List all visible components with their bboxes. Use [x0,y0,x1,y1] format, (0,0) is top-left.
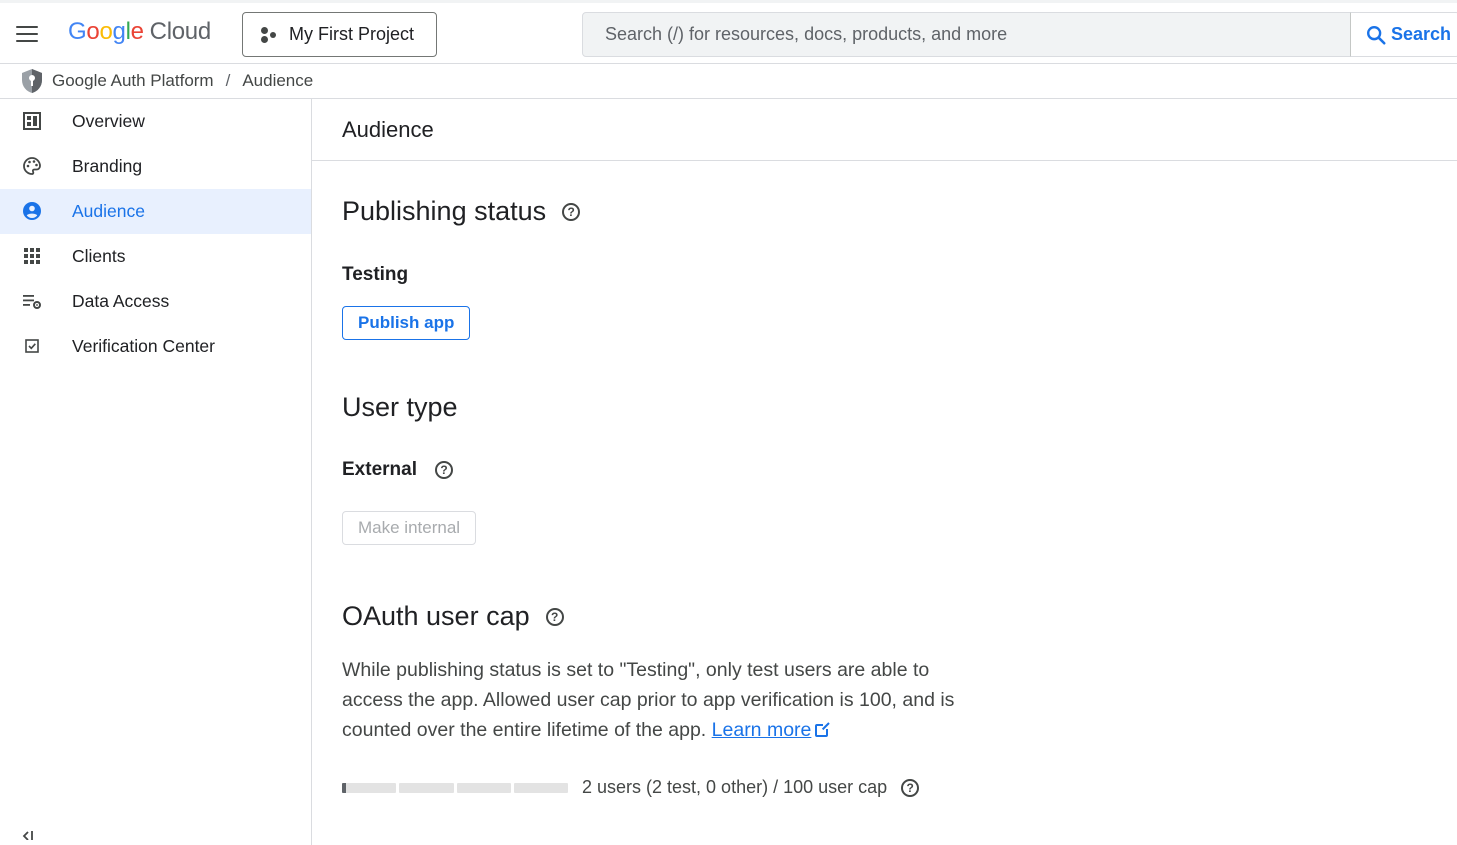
publish-app-button[interactable]: Publish app [342,306,471,340]
publishing-status-title: Publishing status [342,196,547,226]
apps-grid-icon [24,248,40,264]
logo-letter: g [112,18,126,45]
search-button-label: Search [1391,24,1452,44]
sidebar-item-audience[interactable]: Audience [0,189,311,234]
sidebar-item-overview[interactable]: Overview [0,99,311,144]
sidebar: Overview Branding Audience Clients Data … [0,99,312,845]
search-button[interactable]: Search [1350,12,1457,57]
project-picker-button[interactable]: My First Project [242,12,437,57]
breadcrumb-separator: / [225,71,231,90]
main-content: Audience Publishing status ? Testing Pub… [312,99,1457,845]
logo-letter: e [130,18,144,45]
sidebar-item-clients[interactable]: Clients [0,234,311,279]
progress-segment [399,782,454,793]
google-cloud-logo[interactable]: Google Cloud [68,18,211,46]
publishing-status-section: Publishing status ? [342,196,581,227]
checkbox-icon [25,339,39,353]
search-input[interactable]: Search (/) for resources, docs, products… [582,12,1352,57]
project-name: My First Project [289,24,415,44]
user-cap-usage-text: 2 users (2 test, 0 other) / 100 user cap [582,777,888,797]
oauth-user-cap-title: OAuth user cap [342,601,530,631]
sidebar-item-label: Clients [72,246,126,266]
help-icon[interactable]: ? [901,778,920,797]
breadcrumb-product[interactable]: Google Auth Platform [52,71,214,91]
learn-more-label: Learn more [711,719,812,741]
shield-icon [22,69,42,93]
logo-letter: G [68,18,87,45]
dashboard-icon [23,112,41,130]
collapse-sidebar-icon[interactable] [20,827,38,845]
logo-cloud-text: Cloud [149,18,212,45]
top-bar: Google Cloud My First Project Search (/) … [0,0,1457,64]
make-internal-button[interactable]: Make internal [342,511,477,545]
publishing-status-value: Testing [342,264,409,285]
logo-letter: o [86,18,100,45]
main-menu-icon[interactable] [10,17,44,51]
help-icon[interactable]: ? [562,202,581,221]
oauth-user-cap-description: While publishing status is set to "Testi… [342,655,992,745]
sidebar-item-data-access[interactable]: Data Access [0,279,311,324]
page-title: Audience [312,99,1457,161]
user-type-row: External ? [342,459,453,481]
progress-segment [456,782,511,793]
sidebar-item-label: Data Access [72,291,170,311]
progress-segment [513,782,568,793]
user-cap-progress-bar [342,782,568,793]
sidebar-item-label: Branding [72,156,143,176]
sidebar-item-verification-center[interactable]: Verification Center [0,324,311,369]
user-type-value: External [342,459,417,480]
sidebar-item-label: Audience [72,201,145,221]
search-icon [1367,25,1386,45]
search-placeholder: Search (/) for resources, docs, products… [605,24,1008,44]
user-type-title: User type [342,392,458,422]
user-type-section: User type [342,392,458,423]
project-icon [259,26,277,44]
sidebar-item-label: Overview [72,111,145,131]
help-icon[interactable]: ? [434,461,453,479]
data-settings-icon [23,295,41,309]
breadcrumb-current: Audience [242,71,314,90]
sidebar-item-label: Verification Center [72,336,215,356]
user-cap-usage: 2 users (2 test, 0 other) / 100 user cap… [342,777,920,798]
progress-fill [342,782,347,793]
palette-icon [23,157,41,175]
help-icon[interactable]: ? [545,607,564,626]
logo-letter: o [99,18,113,45]
external-link-icon [815,722,831,737]
sidebar-item-branding[interactable]: Branding [0,144,311,189]
person-circle-icon [23,202,41,220]
progress-segment [342,782,397,793]
oauth-user-cap-section: OAuth user cap ? [342,601,564,632]
description-text: While publishing status is set to "Testi… [342,659,955,741]
breadcrumb: Google Auth Platform / Audience [0,64,1457,99]
learn-more-link[interactable]: Learn more [712,719,812,741]
